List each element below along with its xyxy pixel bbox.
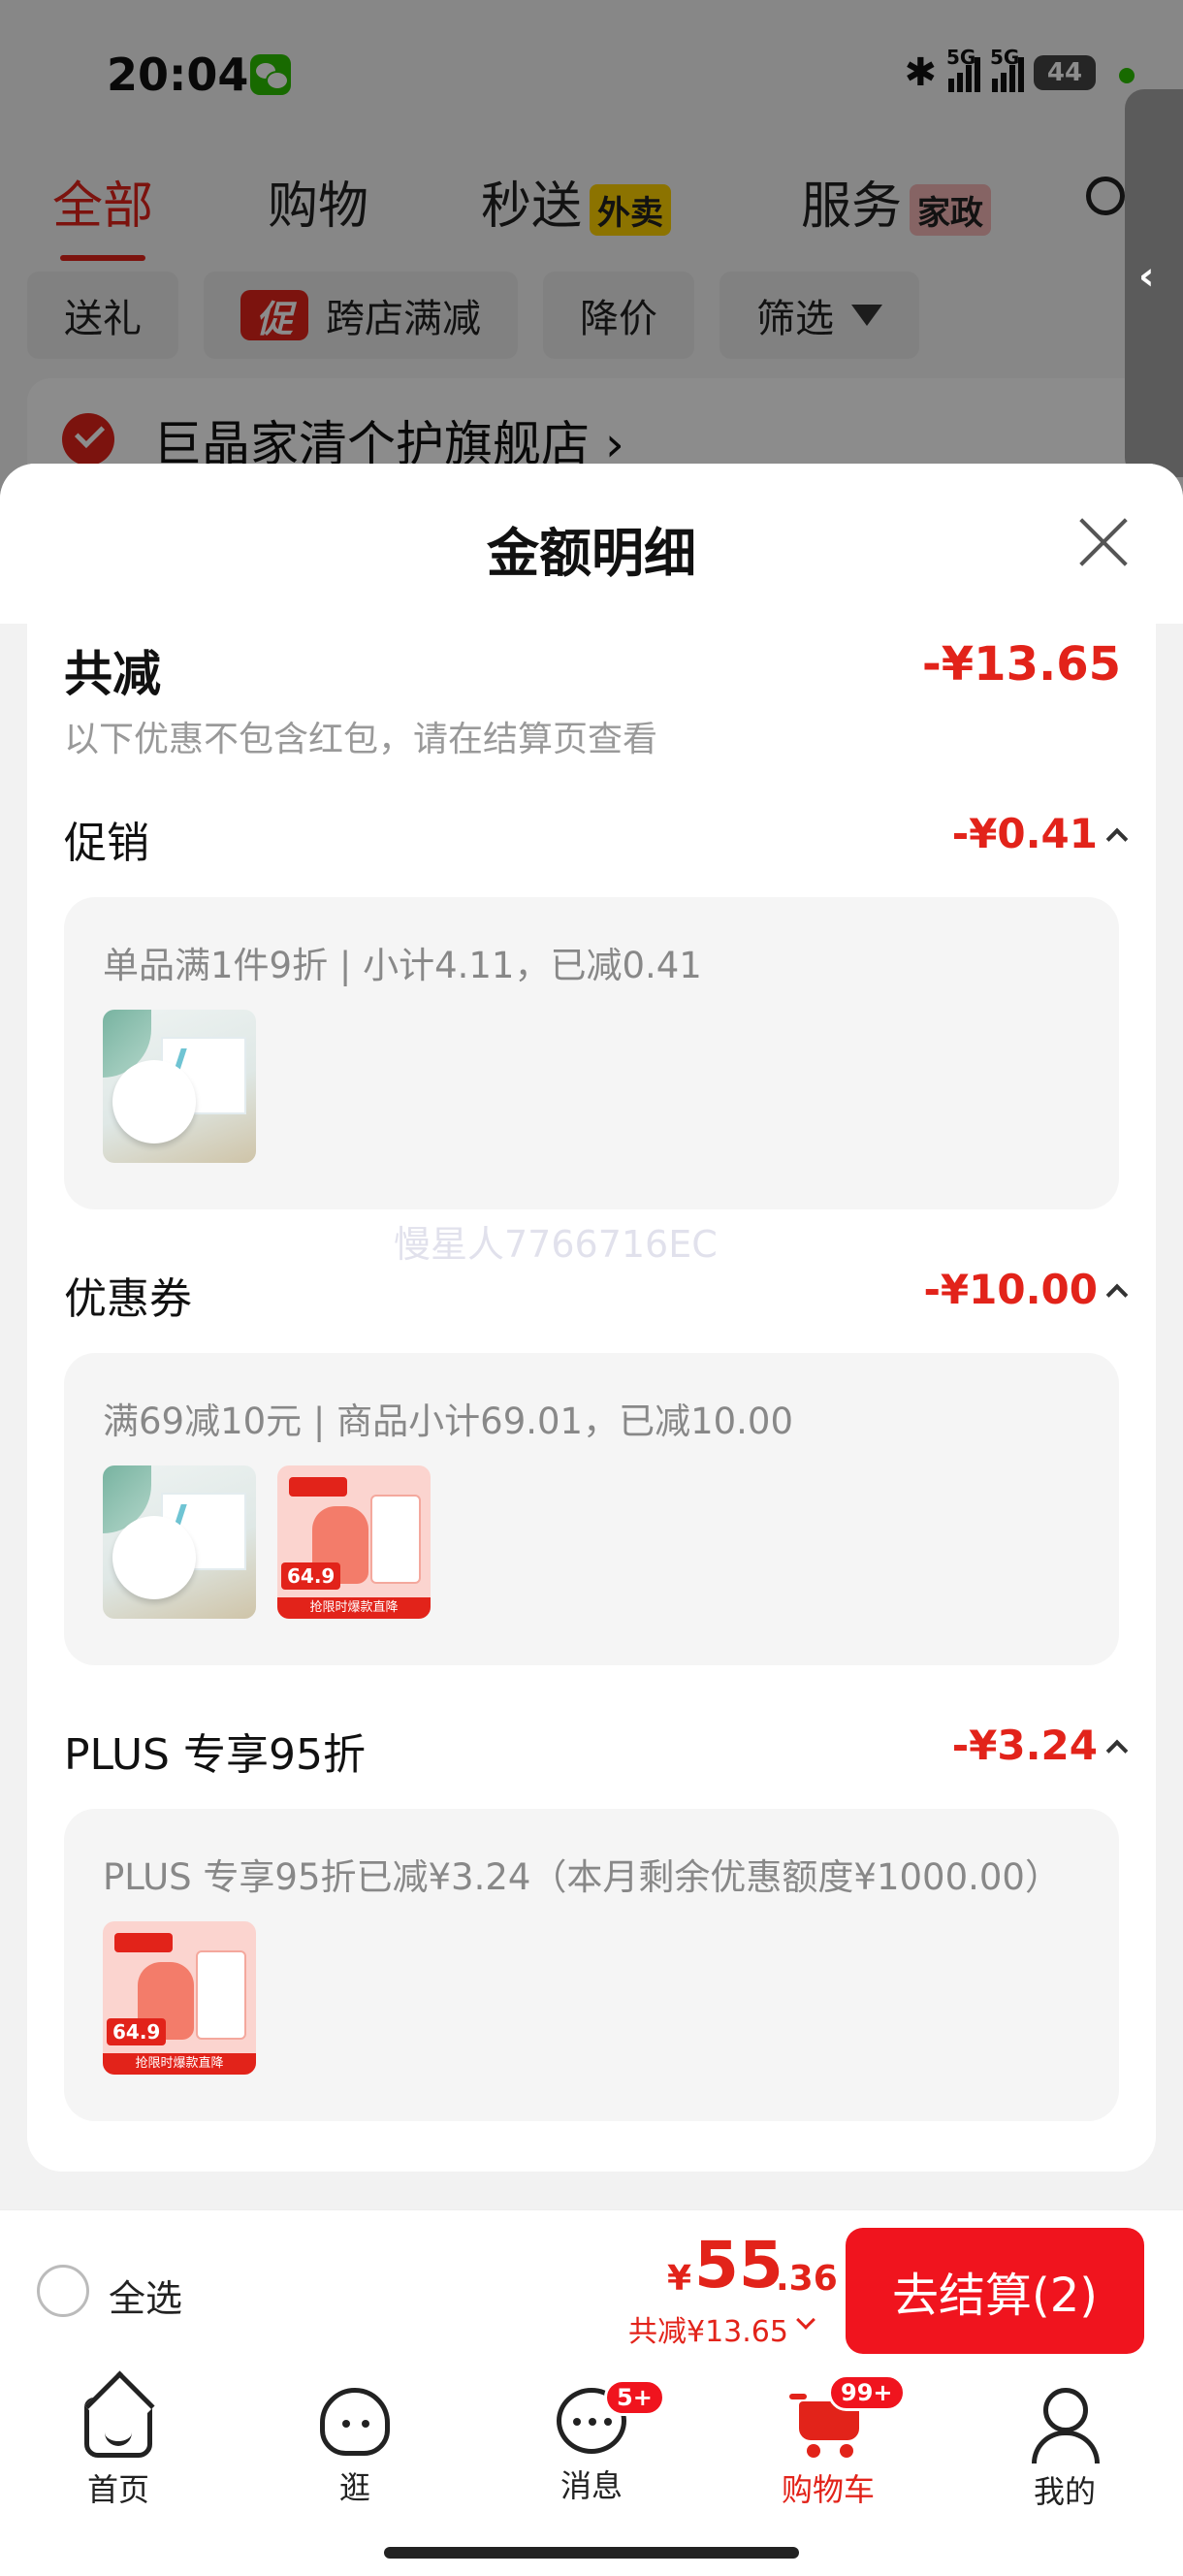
discount-card: 共减 -¥13.65 以下优惠不包含红包，请在结算页查看 促销 -¥0.41 单… <box>27 624 1156 2172</box>
total-price-decimal: .36 <box>776 2259 838 2299</box>
tab-messages-label: 消息 <box>560 2467 623 2504</box>
product-thumb-foam[interactable]: 64.9 抢限时爆款直降 <box>277 1465 431 1619</box>
plus-section-value: -¥3.24 <box>951 1722 1098 1769</box>
total-saved-link[interactable]: 共减¥13.65 <box>628 2307 788 2350</box>
promo-section-title: 促销 <box>64 819 149 868</box>
select-all-label[interactable]: 全选 <box>109 2269 182 2322</box>
product-thumb-foam[interactable]: 64.9 抢限时爆款直降 <box>103 1921 256 2075</box>
product-thumb-towel[interactable] <box>103 1010 256 1163</box>
checkout-button[interactable]: 去结算(2) <box>846 2228 1144 2354</box>
tab-profile-label: 我的 <box>1033 2473 1096 2510</box>
chevron-up-icon <box>1105 1283 1129 1305</box>
chevron-up-icon <box>1105 1739 1129 1761</box>
bottom-tab-bar: 首页 逛 5+ 消息 99+ 购物车 我的 <box>0 2367 1183 2576</box>
tab-cart[interactable]: 99+ 购物车 <box>751 2374 906 2510</box>
total-discount-label: 共减 <box>64 646 161 702</box>
watermark: 慢星人7766716EC <box>394 1223 718 1266</box>
coupon-section-value: -¥10.00 <box>923 1266 1098 1313</box>
message-icon: 5+ <box>557 2379 665 2454</box>
tab-profile[interactable]: 我的 <box>987 2388 1142 2512</box>
home-indicator[interactable] <box>384 2547 799 2559</box>
tab-home[interactable]: 首页 <box>41 2388 196 2510</box>
home-icon <box>84 2398 152 2458</box>
coupon-detail-text: 满69减10元 | 商品小计69.01，已减10.00 <box>103 1401 793 1442</box>
price-currency: ¥ <box>667 2259 692 2299</box>
chevron-left-icon: ‹ <box>1138 254 1155 299</box>
promo-detail-text: 单品满1件9折 | 小计4.11，已减0.41 <box>103 945 702 986</box>
cart-count-badge: 99+ <box>828 2374 906 2411</box>
total-discount-note: 以下优惠不包含红包，请在结算页查看 <box>64 720 658 759</box>
tab-discover-label: 逛 <box>338 2469 370 2506</box>
total-price-integer: 55 <box>694 2228 783 2302</box>
select-all-checkbox[interactable] <box>37 2265 89 2317</box>
tab-messages[interactable]: 5+ 消息 <box>514 2379 669 2506</box>
checkout-bar: 全选 ¥ 55 .36 共减¥13.65 去结算(2) <box>0 2209 1183 2367</box>
ghost-icon <box>320 2388 390 2456</box>
coupon-section-title: 优惠券 <box>64 1274 192 1324</box>
product-thumb-towel[interactable] <box>103 1465 256 1619</box>
coupon-section-toggle[interactable]: -¥10.00 <box>923 1266 1129 1313</box>
plus-detail-text: PLUS 专享95折已减¥3.24（本月剩余优惠额度¥1000.00） <box>103 1856 1061 1898</box>
plus-section-toggle[interactable]: -¥3.24 <box>951 1722 1129 1769</box>
promo-section-toggle[interactable]: -¥0.41 <box>951 810 1129 857</box>
promo-detail-box: 单品满1件9折 | 小计4.11，已减0.41 <box>64 897 1119 1209</box>
plus-section-title: PLUS 专享95折 <box>64 1730 366 1780</box>
coupon-detail-box: 满69减10元 | 商品小计69.01，已减10.00 64.9 抢限时爆款直降 <box>64 1353 1119 1665</box>
modal-overlay[interactable] <box>0 0 1183 504</box>
messages-count-badge: 5+ <box>604 2379 665 2416</box>
plus-detail-box: PLUS 专享95折已减¥3.24（本月剩余优惠额度¥1000.00） 64.9… <box>64 1809 1119 2121</box>
close-icon[interactable] <box>1076 514 1131 568</box>
product-promo-strip: 抢限时爆款直降 <box>103 2053 256 2075</box>
cart-icon: 99+ <box>789 2374 906 2458</box>
product-price-tag: 64.9 <box>107 2018 167 2045</box>
tab-discover[interactable]: 逛 <box>277 2388 432 2508</box>
product-promo-strip: 抢限时爆款直降 <box>277 1597 431 1619</box>
profile-icon <box>1030 2388 1100 2463</box>
product-price-tag: 64.9 <box>281 1562 341 1590</box>
amount-detail-sheet: 金额明细 共减 -¥13.65 以下优惠不包含红包，请在结算页查看 促销 -¥0… <box>0 464 1183 2209</box>
sheet-header: 金额明细 <box>0 464 1183 624</box>
chevron-up-icon <box>1105 827 1129 850</box>
side-drawer-handle[interactable]: ‹ <box>1125 89 1183 477</box>
tab-home-label: 首页 <box>86 2471 149 2508</box>
sheet-title: 金额明细 <box>487 523 696 584</box>
total-discount-value: -¥13.65 <box>921 637 1121 692</box>
promo-section-value: -¥0.41 <box>951 810 1098 857</box>
chevron-down-icon[interactable] <box>796 2310 815 2330</box>
tab-cart-label: 购物车 <box>781 2471 875 2508</box>
